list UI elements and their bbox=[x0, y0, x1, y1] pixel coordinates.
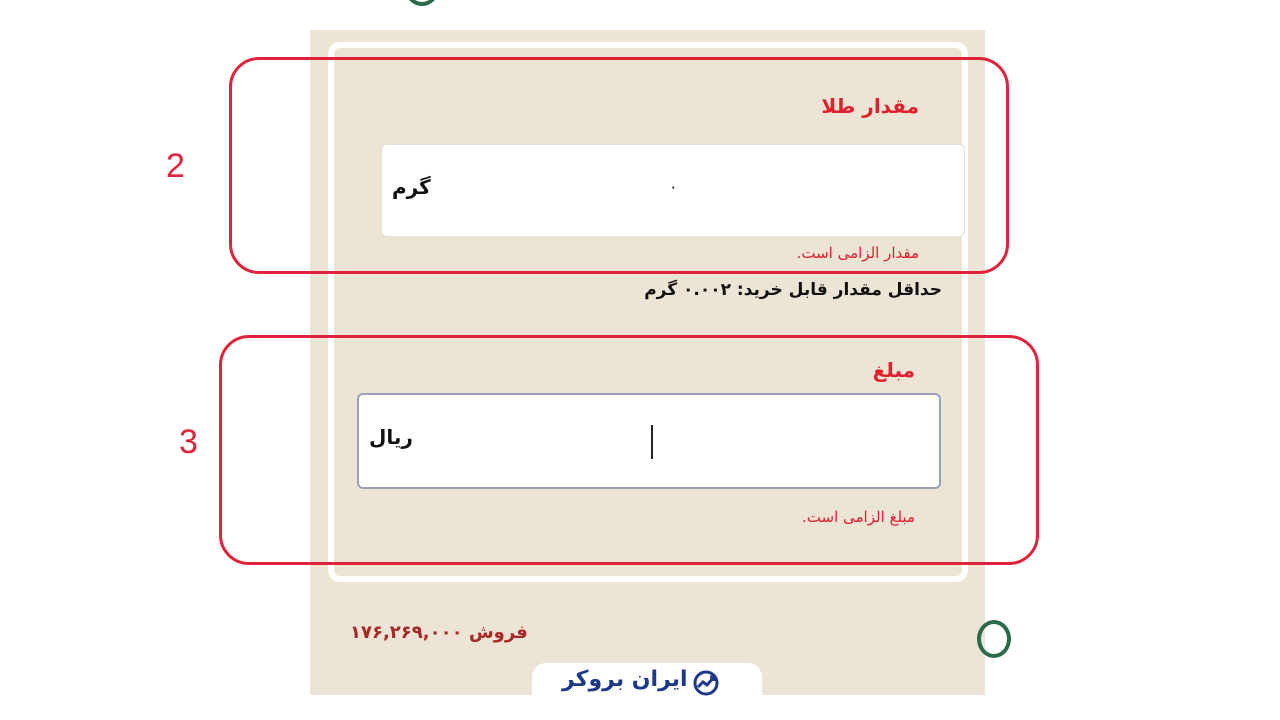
logo-tab: ایران بروکر bbox=[532, 663, 762, 703]
brand-logo-text: ایران بروکر bbox=[562, 667, 688, 692]
annotation-number-2: 2 bbox=[166, 147, 185, 185]
annotation-number-3: 3 bbox=[179, 423, 198, 461]
partial-circle-icon bbox=[977, 620, 1011, 658]
min-purchase-hint: حداقل مقدار قابل خرید: ۰.۰۰۲ گرم bbox=[644, 280, 942, 300]
annotation-box-3 bbox=[219, 335, 1039, 565]
annotation-box-2 bbox=[229, 57, 1009, 274]
trend-chart-icon bbox=[693, 670, 719, 696]
sell-price: فروش ۱۷۶,۲۶۹,۰۰۰ bbox=[350, 622, 528, 643]
partial-circle-icon bbox=[405, 0, 439, 6]
